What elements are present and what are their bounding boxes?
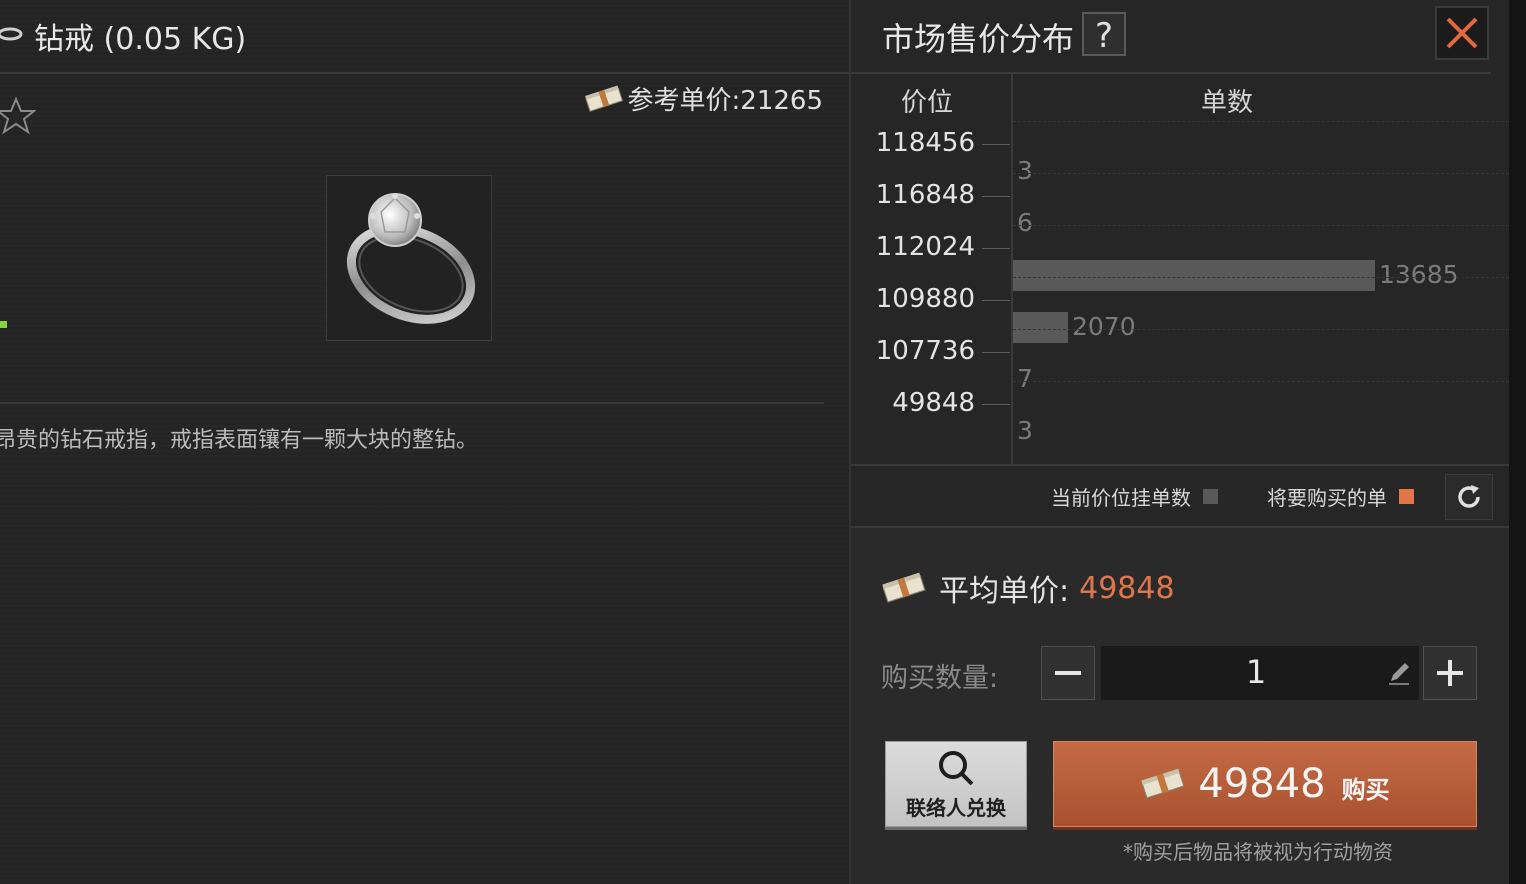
grid-line [1013, 329, 1509, 330]
price-tick-label: 107736 [875, 336, 975, 366]
legend-buy-orders: 将要购买的单 [1267, 482, 1414, 511]
edit-pencil-icon[interactable] [1385, 659, 1413, 687]
refresh-button[interactable] [1445, 474, 1493, 520]
tick-mark [982, 352, 1010, 353]
grid-line [1013, 277, 1509, 278]
chart-legend: 当前价位挂单数 将要购买的单 [851, 466, 1511, 526]
bar-value-label: 3 [1017, 416, 1033, 445]
item-header: 钻戒 (0.05 KG) [0, 0, 849, 74]
bar-value-label: 6 [1017, 208, 1033, 237]
grid-line [1013, 381, 1509, 382]
count-column-header: 单数 [1201, 88, 1254, 118]
legend-current-orders: 当前价位挂单数 [1051, 482, 1218, 511]
minus-icon [1055, 671, 1081, 675]
price-tick-label: 109880 [875, 284, 975, 314]
price-tick-label: 112024 [875, 232, 975, 262]
refresh-icon [1458, 485, 1480, 508]
average-price-value: 49848 [1079, 570, 1175, 606]
buy-button[interactable]: 49848 购买 [1053, 741, 1477, 827]
scroll-gutter [1509, 0, 1526, 884]
item-description: 昂贵的钻石戒指，戒指表面镶有一颗大块的整钻。 [0, 428, 479, 453]
contact-exchange-button[interactable]: 联络人兑换 [885, 741, 1027, 827]
close-button[interactable] [1435, 6, 1489, 60]
buy-price: 49848 [1198, 761, 1326, 807]
quantity-increase-button[interactable] [1423, 646, 1477, 700]
plus-icon [1437, 660, 1463, 686]
item-detail-panel: 钻戒 (0.05 KG) 参考单价:21265 昂贵的钻石戒指，戒指表面镶有一颗… [0, 0, 849, 884]
market-title: 市场售价分布 [882, 20, 1075, 58]
tick-mark [982, 300, 1010, 301]
quantity-label: 购买数量: [881, 663, 999, 694]
help-button[interactable]: ? [1082, 12, 1126, 56]
cash-icon [1140, 766, 1188, 802]
price-distribution-chart: 价位 单数 118456 3 116848 6 112024 13685 109880 207… [851, 74, 1511, 464]
quantity-input[interactable]: 1 [1101, 646, 1419, 700]
quantity-value: 1 [1245, 653, 1267, 691]
quantity-decrease-button[interactable] [1041, 646, 1095, 700]
purchase-section: 平均单价: 49848 购买数量: 1 联络人兑换 49848 购买 *购买后物… [851, 528, 1511, 884]
ring-icon [0, 27, 23, 41]
contact-exchange-label: 联络人兑换 [906, 796, 1006, 820]
favorite-star-icon[interactable] [0, 96, 36, 136]
cash-icon [584, 84, 626, 114]
market-panel: 市场售价分布 ? 价位 单数 118456 3 116848 6 112024 13685… [849, 0, 1511, 884]
legend-buy-swatch [1399, 489, 1414, 504]
grid-line [1013, 225, 1509, 226]
price-tick-label: 49848 [892, 388, 975, 418]
chart-bar [1013, 312, 1068, 343]
buy-label: 购买 [1341, 775, 1390, 804]
grid-line [1013, 173, 1509, 174]
bar-value-label: 2070 [1072, 312, 1136, 341]
legend-current-swatch [1203, 489, 1218, 504]
cash-icon [881, 570, 929, 606]
diamond-ring-icon [346, 193, 476, 324]
price-tick-label: 116848 [875, 180, 975, 210]
price-tick-label: 118456 [875, 128, 975, 158]
reference-price: 参考单价:21265 [584, 80, 823, 117]
status-dot [0, 321, 7, 328]
chart-bar [1013, 260, 1375, 291]
item-title: 钻戒 (0.05 KG) [34, 22, 247, 57]
bar-value-label: 13685 [1379, 260, 1459, 289]
tick-mark [982, 144, 1010, 145]
bar-value-label: 7 [1017, 364, 1033, 393]
bar-value-label: 3 [1017, 156, 1033, 185]
purchase-note: *购买后物品将被视为行动物资 [1123, 840, 1393, 864]
legend-buy-label: 将要购买的单 [1267, 486, 1387, 510]
legend-current-label: 当前价位挂单数 [1051, 486, 1191, 510]
close-icon [1446, 17, 1478, 49]
average-price-label: 平均单价: [939, 574, 1070, 609]
tick-mark [982, 248, 1010, 249]
tick-mark [982, 404, 1010, 405]
price-column-header: 价位 [901, 88, 954, 118]
divider [0, 402, 824, 404]
reference-price-text: 参考单价:21265 [627, 86, 823, 116]
grid-line [1013, 121, 1509, 122]
search-icon [939, 751, 974, 786]
average-price: 平均单价: 49848 [881, 566, 1175, 610]
item-image [326, 175, 492, 341]
tick-mark [982, 196, 1010, 197]
